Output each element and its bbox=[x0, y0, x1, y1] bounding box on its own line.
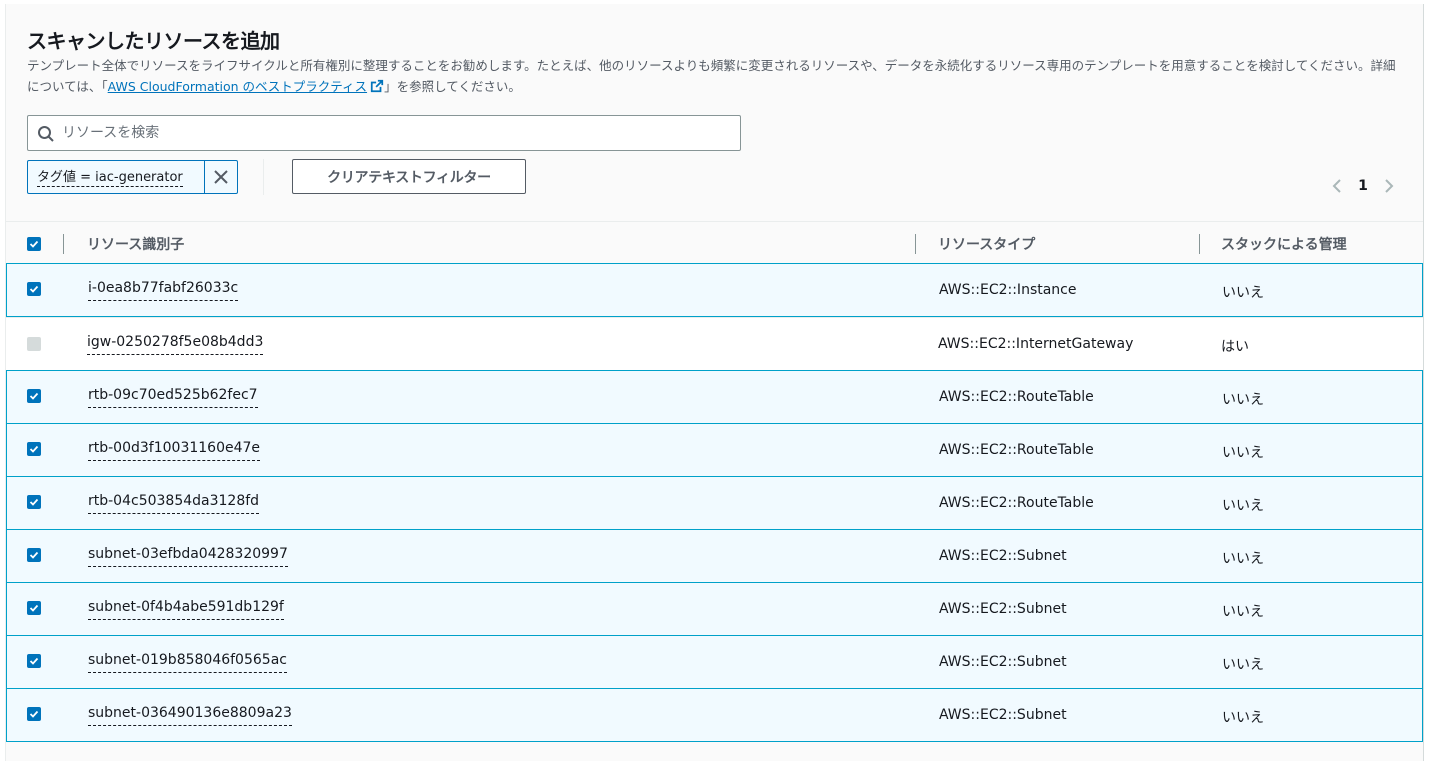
resource-type: AWS::EC2::RouteTable bbox=[939, 442, 1094, 458]
column-divider bbox=[63, 234, 64, 254]
description-text-after: 」を参照してください。 bbox=[384, 79, 521, 94]
table-header: リソース識別子 リソースタイプ スタックによる管理 bbox=[6, 221, 1423, 265]
table-row[interactable]: subnet-036490136e8809a23 AWS::EC2::Subnet… bbox=[6, 688, 1423, 742]
table-row[interactable]: i-0ea8b77fabf26033c AWS::EC2::Instance いいえ bbox=[6, 263, 1423, 317]
resource-id[interactable]: igw-0250278f5e08b4dd3 bbox=[87, 334, 264, 355]
resource-type: AWS::EC2::Instance bbox=[939, 282, 1077, 298]
check-icon bbox=[29, 657, 39, 665]
check-icon bbox=[29, 392, 39, 400]
resource-id[interactable]: subnet-036490136e8809a23 bbox=[88, 705, 292, 726]
add-scanned-resources-panel: スキャンしたリソースを追加 テンプレート全体でリソースをライフサイクルと所有権別… bbox=[5, 4, 1424, 761]
filter-token: タグ値 = iac-generator bbox=[27, 160, 238, 194]
close-icon bbox=[214, 170, 228, 184]
managed-by-stack: いいえ bbox=[1222, 498, 1264, 514]
table-row[interactable]: igw-0250278f5e08b4dd3 AWS::EC2::InternetG… bbox=[6, 317, 1423, 371]
managed-by-stack: いいえ bbox=[1222, 285, 1264, 301]
row-checkbox[interactable] bbox=[27, 282, 41, 296]
chevron-left-icon bbox=[1332, 179, 1341, 193]
chevron-right-icon bbox=[1385, 179, 1394, 193]
page-description: テンプレート全体でリソースをライフサイクルと所有権別に整理することをお勧めします… bbox=[27, 55, 1407, 97]
row-checkbox[interactable] bbox=[27, 495, 41, 509]
resource-type: AWS::EC2::RouteTable bbox=[939, 389, 1094, 405]
resource-type: AWS::EC2::Subnet bbox=[939, 548, 1067, 564]
next-page-button[interactable] bbox=[1375, 174, 1403, 198]
check-icon bbox=[29, 240, 39, 248]
check-icon bbox=[29, 551, 39, 559]
managed-by-stack: いいえ bbox=[1222, 551, 1264, 567]
column-divider[interactable] bbox=[1199, 234, 1200, 254]
managed-by-stack: いいえ bbox=[1222, 710, 1264, 726]
search-input[interactable] bbox=[62, 116, 732, 150]
table-row[interactable]: subnet-019b858046f0565ac AWS::EC2::Subnet… bbox=[6, 635, 1423, 689]
page-title: スキャンしたリソースを追加 bbox=[27, 29, 280, 53]
pagination: 1 bbox=[1323, 174, 1403, 198]
resource-type: AWS::EC2::InternetGateway bbox=[938, 336, 1134, 352]
table-row[interactable]: rtb-00d3f10031160e47e AWS::EC2::RouteTabl… bbox=[6, 423, 1423, 477]
table-row[interactable]: rtb-09c70ed525b62fec7 AWS::EC2::RouteTabl… bbox=[6, 370, 1423, 424]
check-icon bbox=[29, 604, 39, 612]
row-checkbox[interactable] bbox=[27, 654, 41, 668]
resource-id[interactable]: subnet-0f4b4abe591db129f bbox=[88, 599, 284, 620]
best-practices-link[interactable]: AWS CloudFormation のベストプラクティス bbox=[108, 79, 384, 94]
check-icon bbox=[29, 498, 39, 506]
clear-text-filter-button[interactable]: クリアテキストフィルター bbox=[292, 159, 526, 194]
remove-filter-button[interactable] bbox=[204, 161, 237, 193]
resource-id[interactable]: rtb-09c70ed525b62fec7 bbox=[88, 387, 258, 408]
external-link-icon bbox=[370, 79, 384, 93]
managed-by-stack: はい bbox=[1221, 339, 1249, 355]
column-header-resource-id[interactable]: リソース識別子 bbox=[87, 234, 184, 254]
row-checkbox[interactable] bbox=[27, 389, 41, 403]
resource-id[interactable]: rtb-04c503854da3128fd bbox=[88, 493, 260, 514]
managed-by-stack: いいえ bbox=[1222, 445, 1264, 461]
previous-page-button[interactable] bbox=[1323, 174, 1351, 198]
filter-divider bbox=[263, 159, 264, 195]
row-checkbox[interactable] bbox=[27, 601, 41, 615]
resource-id[interactable]: rtb-00d3f10031160e47e bbox=[88, 440, 261, 461]
check-icon bbox=[29, 445, 39, 453]
resource-type: AWS::EC2::Subnet bbox=[939, 601, 1067, 617]
column-header-managed-by-stack[interactable]: スタックによる管理 bbox=[1221, 234, 1347, 254]
resource-id[interactable]: subnet-03efbda0428320997 bbox=[88, 546, 288, 567]
check-icon bbox=[29, 285, 39, 293]
table-row[interactable]: subnet-03efbda0428320997 AWS::EC2::Subnet… bbox=[6, 529, 1423, 583]
resource-id[interactable]: subnet-019b858046f0565ac bbox=[88, 652, 287, 673]
resource-search bbox=[27, 115, 741, 151]
column-divider[interactable] bbox=[915, 234, 916, 254]
managed-by-stack: いいえ bbox=[1222, 604, 1264, 620]
row-checkbox[interactable] bbox=[27, 548, 41, 562]
managed-by-stack: いいえ bbox=[1222, 392, 1264, 408]
resource-table-body: i-0ea8b77fabf26033c AWS::EC2::Instance いいえ… bbox=[6, 263, 1423, 742]
table-row[interactable]: rtb-04c503854da3128fd AWS::EC2::RouteTabl… bbox=[6, 476, 1423, 530]
managed-by-stack: いいえ bbox=[1222, 657, 1264, 673]
resource-type: AWS::EC2::RouteTable bbox=[939, 495, 1094, 511]
resource-type: AWS::EC2::Subnet bbox=[939, 707, 1067, 723]
current-page-number[interactable]: 1 bbox=[1351, 178, 1375, 194]
table-row[interactable]: subnet-0f4b4abe591db129f AWS::EC2::Subnet… bbox=[6, 582, 1423, 636]
best-practices-link-label: AWS CloudFormation のベストプラクティス bbox=[107, 79, 368, 94]
row-checkbox bbox=[27, 337, 41, 351]
panel-header: スキャンしたリソースを追加 テンプレート全体でリソースをライフサイクルと所有権別… bbox=[6, 4, 1423, 221]
row-checkbox[interactable] bbox=[27, 442, 41, 456]
filter-token-label[interactable]: タグ値 = iac-generator bbox=[37, 169, 183, 187]
column-header-resource-type[interactable]: リソースタイプ bbox=[938, 234, 1035, 254]
check-icon bbox=[29, 710, 39, 718]
resource-type: AWS::EC2::Subnet bbox=[939, 654, 1067, 670]
search-icon bbox=[38, 126, 54, 142]
resource-id[interactable]: i-0ea8b77fabf26033c bbox=[88, 280, 239, 301]
row-checkbox[interactable] bbox=[27, 707, 41, 721]
select-all-checkbox[interactable] bbox=[27, 237, 41, 251]
